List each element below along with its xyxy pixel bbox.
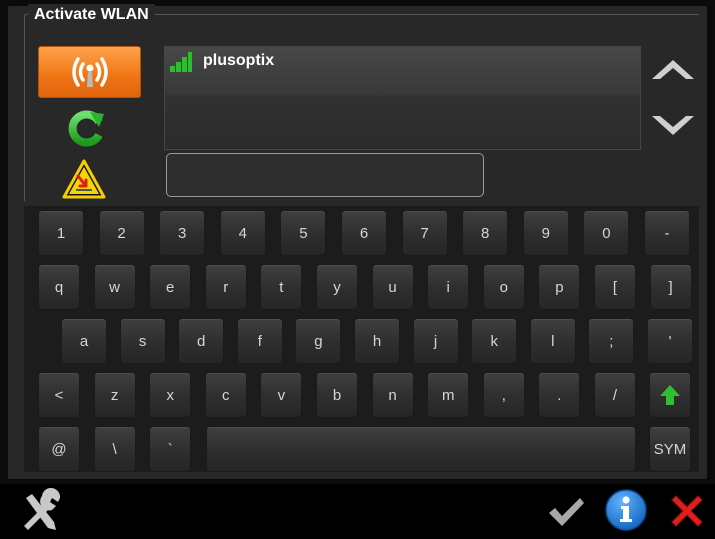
space-bar[interactable] — [206, 426, 636, 472]
key[interactable]: j — [412, 318, 459, 364]
info-icon[interactable] — [604, 488, 648, 532]
key[interactable]: 1 — [38, 210, 84, 256]
wlan-toggle-button[interactable] — [38, 46, 141, 98]
key[interactable]: 8 — [462, 210, 509, 256]
key[interactable]: z — [93, 372, 136, 418]
password-input[interactable] — [166, 153, 484, 197]
key[interactable]: < — [38, 372, 80, 418]
key[interactable]: t — [260, 264, 303, 310]
key[interactable]: m — [427, 372, 470, 418]
key[interactable]: q — [38, 264, 80, 310]
network-list-item[interactable]: plusoptix — [165, 47, 640, 95]
key[interactable]: - — [644, 210, 690, 256]
close-icon[interactable] — [668, 492, 706, 530]
key[interactable]: 6 — [341, 210, 387, 256]
key[interactable]: 0 — [583, 210, 630, 256]
key[interactable]: e — [149, 264, 192, 310]
key[interactable]: @ — [38, 426, 80, 472]
key[interactable]: 9 — [522, 210, 569, 256]
warning-icon[interactable] — [62, 158, 106, 200]
key[interactable]: 4 — [219, 210, 266, 256]
tools-icon[interactable] — [18, 487, 66, 534]
key[interactable]: k — [471, 318, 518, 364]
shift-up-arrow-icon — [660, 385, 680, 405]
key[interactable]: 5 — [280, 210, 327, 256]
key[interactable]: 7 — [401, 210, 448, 256]
key[interactable]: a — [61, 318, 107, 364]
key[interactable]: p — [538, 264, 581, 310]
key[interactable]: s — [119, 318, 166, 364]
key[interactable]: d — [178, 318, 225, 364]
key[interactable]: u — [371, 264, 414, 310]
key[interactable]: x — [149, 372, 192, 418]
wlan-antenna-icon — [71, 57, 108, 87]
network-list[interactable]: plusoptix — [164, 46, 641, 150]
key[interactable]: 3 — [159, 210, 206, 256]
up-arrow-icon[interactable] — [650, 56, 696, 82]
key[interactable]: i — [427, 264, 470, 310]
signal-strength-icon — [170, 52, 192, 72]
key[interactable]: , — [482, 372, 525, 418]
key[interactable]: c — [204, 372, 247, 418]
key[interactable]: \ — [93, 426, 136, 472]
key[interactable]: ' — [647, 318, 693, 364]
key[interactable]: h — [354, 318, 400, 364]
key[interactable]: f — [236, 318, 283, 364]
key[interactable]: ` — [149, 426, 192, 472]
key[interactable]: w — [93, 264, 136, 310]
key[interactable]: 2 — [98, 210, 145, 256]
key[interactable]: g — [295, 318, 342, 364]
shift-key[interactable] — [649, 372, 691, 418]
on-screen-keyboard: 1 2 3 4 5 6 7 8 9 0- q w e r t y u i o p [] a s d f g h j k l; ' < z x c v b… — [24, 206, 699, 472]
key[interactable]: [ — [594, 264, 636, 310]
refresh-icon[interactable] — [66, 108, 106, 148]
key[interactable]: b — [316, 372, 358, 418]
key[interactable]: r — [204, 264, 247, 310]
key[interactable]: y — [316, 264, 358, 310]
network-ssid: plusoptix — [203, 52, 275, 69]
key[interactable]: n — [371, 372, 414, 418]
key[interactable]: ; — [588, 318, 635, 364]
symbols-key[interactable]: SYM — [649, 426, 691, 472]
key[interactable]: v — [260, 372, 303, 418]
key[interactable]: o — [482, 264, 525, 310]
key[interactable]: ] — [649, 264, 692, 310]
check-icon[interactable] — [546, 494, 586, 530]
down-arrow-icon[interactable] — [650, 113, 696, 139]
panel-title: Activate WLAN — [28, 4, 155, 26]
key[interactable]: . — [538, 372, 581, 418]
key[interactable]: / — [594, 372, 636, 418]
key[interactable]: l — [529, 318, 576, 364]
